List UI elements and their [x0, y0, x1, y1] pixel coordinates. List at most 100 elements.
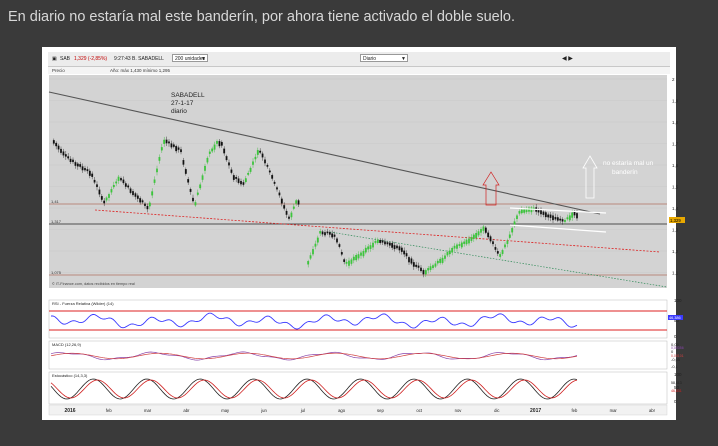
- time-axis-label: abr: [649, 408, 656, 413]
- candle-body: [151, 191, 154, 196]
- candle-body: [506, 240, 509, 244]
- candle-body: [165, 139, 168, 144]
- candle-body: [60, 148, 62, 153]
- candle-body: [62, 151, 65, 156]
- candle-body: [456, 244, 458, 249]
- candle-body: [285, 210, 288, 215]
- candle-body: [516, 215, 518, 220]
- candle-body: [571, 212, 574, 218]
- candle-body: [374, 240, 377, 243]
- candle-body: [84, 168, 86, 171]
- candle-body: [434, 263, 437, 267]
- candle-body: [86, 169, 89, 172]
- candle-body: [424, 270, 427, 275]
- candle-body: [544, 212, 547, 218]
- candle-body: [98, 189, 101, 195]
- candle-body: [352, 256, 355, 261]
- time-axis-label: nov: [455, 408, 463, 413]
- candle-body: [141, 200, 144, 203]
- price-tick-label: 1,8: [672, 120, 679, 125]
- time-axis-label: feb: [571, 408, 577, 413]
- candle-body: [511, 228, 514, 233]
- candle-body: [112, 184, 115, 188]
- candle-body: [463, 241, 466, 244]
- candle-body: [448, 250, 451, 255]
- candle-body: [388, 242, 391, 246]
- candle-body: [249, 167, 252, 172]
- candle-body: [93, 179, 96, 183]
- candle-body: [475, 233, 478, 238]
- candle-body: [552, 215, 554, 221]
- candle-body: [194, 202, 197, 206]
- candle-body: [237, 178, 240, 183]
- price-tick-label: 1,4: [672, 206, 679, 211]
- candle-body: [52, 140, 55, 144]
- candle-body: [132, 191, 134, 196]
- level-low-label: 1,075: [51, 270, 62, 275]
- candle-body: [400, 247, 403, 252]
- candle-body: [564, 219, 566, 222]
- level-mid-label: 1,317: [51, 219, 62, 224]
- candle-body: [76, 163, 79, 167]
- candle-body: [136, 195, 139, 199]
- candle-body: [460, 242, 463, 248]
- candle-body: [288, 216, 290, 219]
- candle-body: [163, 139, 166, 144]
- candle-body: [266, 164, 269, 167]
- candle-body: [220, 141, 223, 146]
- rsi-panel: [48, 299, 668, 339]
- stoch-tick-0: 0: [674, 399, 677, 404]
- candle-body: [489, 236, 492, 242]
- candle-body: [218, 141, 221, 147]
- time-axis-label: mar: [610, 408, 618, 413]
- candle-body: [458, 244, 461, 246]
- annotation-ticker: SABADELL: [171, 92, 205, 99]
- price-tick-label: 1,5: [672, 185, 679, 190]
- candle-body: [156, 168, 158, 173]
- candle-body: [180, 149, 182, 153]
- candle-body: [398, 246, 401, 251]
- candle-body: [105, 197, 108, 201]
- candle-body: [268, 170, 271, 173]
- candle-body: [148, 202, 151, 207]
- price-tick-label: 2: [672, 77, 675, 82]
- candle-body: [520, 209, 523, 214]
- candle-body: [357, 254, 360, 259]
- candle-body: [508, 234, 511, 238]
- candle-body: [67, 156, 70, 159]
- candle-body: [247, 172, 250, 175]
- candle-body: [235, 176, 238, 179]
- candle-body: [324, 232, 326, 236]
- candle-body: [175, 146, 178, 152]
- stoch-last-1: 58,613: [671, 381, 682, 385]
- candle-body: [309, 255, 312, 259]
- candle-body: [182, 160, 185, 165]
- candle-body: [307, 261, 310, 265]
- candle-body: [108, 194, 110, 198]
- candle-body: [213, 144, 216, 150]
- candle-body: [110, 189, 113, 193]
- candle-body: [69, 158, 72, 163]
- candle-body: [228, 162, 230, 166]
- candle-body: [348, 260, 350, 266]
- rsi-tick-100: 100: [674, 298, 682, 303]
- annotation-period: diario: [171, 108, 187, 115]
- candle-body: [74, 162, 77, 166]
- candle-body: [331, 233, 334, 238]
- candle-body: [283, 205, 286, 209]
- candle-body: [573, 211, 576, 216]
- candle-body: [328, 232, 331, 235]
- candle-body: [321, 231, 324, 235]
- candle-body: [518, 211, 521, 214]
- candle-body: [494, 247, 497, 250]
- candle-body: [362, 251, 365, 257]
- time-axis-label: ago: [338, 408, 346, 413]
- time-axis-label: feb: [106, 408, 112, 413]
- data-source: © IT-Finance.com, datos recibidos en tie…: [52, 282, 135, 286]
- candle-body: [278, 192, 281, 196]
- candle-body: [403, 250, 406, 255]
- candle-body: [295, 200, 298, 204]
- candle-body: [127, 185, 130, 188]
- candle-body: [410, 258, 413, 264]
- stochastic-label: Estocástico (14,3,3): [52, 373, 88, 378]
